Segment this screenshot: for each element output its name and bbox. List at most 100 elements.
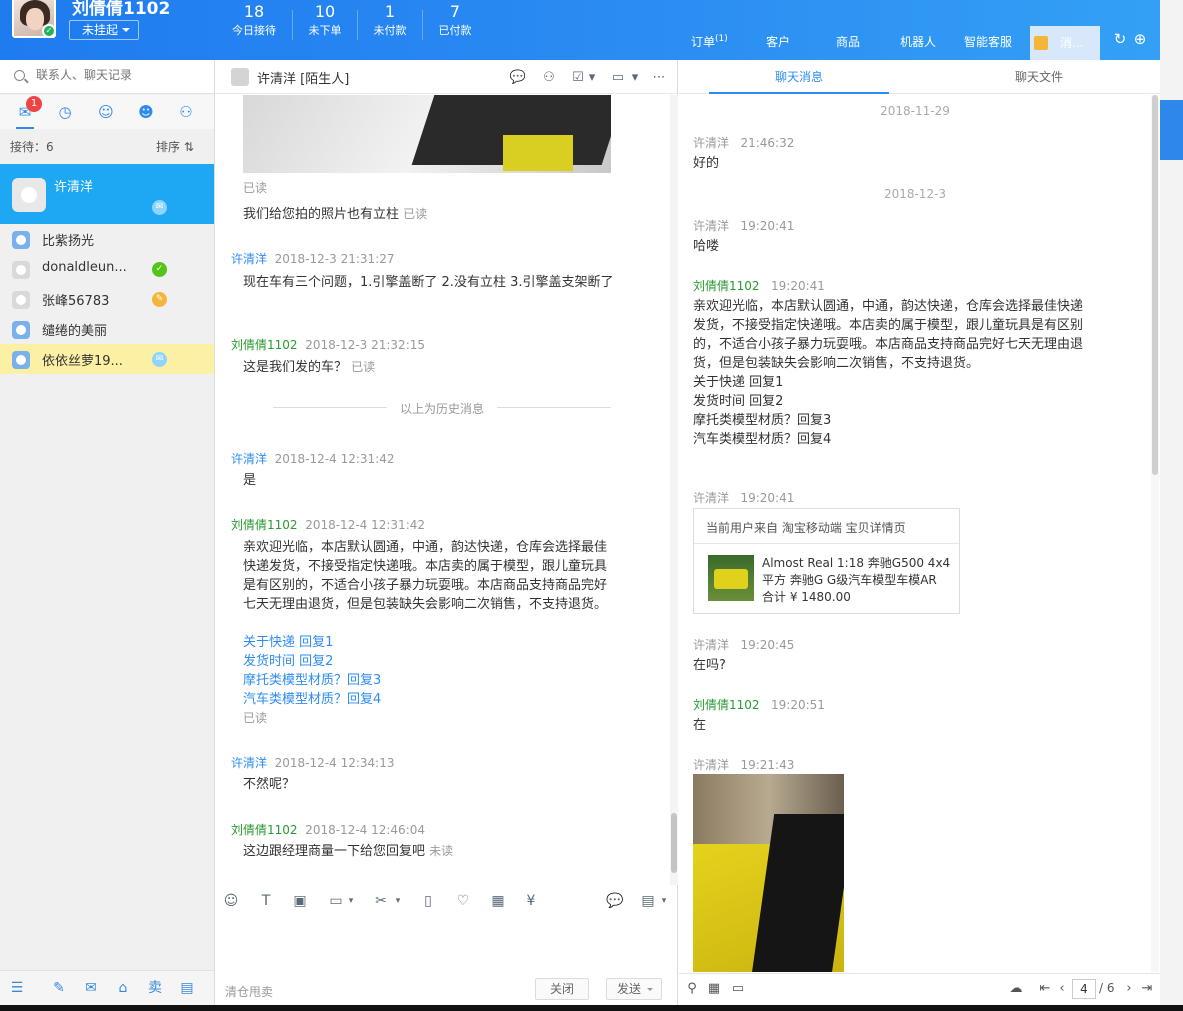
quick-link-4[interactable]: 汽车类模型材质？回复4 <box>243 690 381 709</box>
task-icon[interactable]: ☑ <box>569 70 587 86</box>
stat-paid[interactable]: 7 已付款 <box>422 2 488 42</box>
contact-item[interactable]: 许清洋 ✉ <box>0 164 214 224</box>
nav-smart-service[interactable]: 智能客服 <box>964 33 1012 50</box>
doc-icon[interactable]: ▤ <box>639 892 657 910</box>
quick-link-1[interactable]: 关于快递 回复1 <box>243 633 333 652</box>
quick-link-3[interactable]: 摩托类模型材质？回复3 <box>693 411 831 430</box>
tab-groups-icon[interactable]: ☻ <box>137 103 155 121</box>
stat-unpaid[interactable]: 1 未付款 <box>357 2 423 42</box>
search-icon[interactable]: ⚲ <box>683 980 701 998</box>
vibrate-icon[interactable]: ▯ <box>419 892 437 910</box>
product-title: Almost Real 1:18 奔驰G500 4x4平方 奔驰G G级汽车模型… <box>762 556 951 604</box>
chat-scrollbar[interactable] <box>670 95 678 885</box>
caret-down-icon[interactable]: ▾ <box>630 70 640 86</box>
search-input[interactable] <box>36 68 206 82</box>
font-icon[interactable]: T <box>257 892 275 910</box>
tab-contacts-icon[interactable]: ☺ <box>97 103 115 121</box>
close-button[interactable]: 关闭 <box>535 978 589 1000</box>
quick-link-2[interactable]: 发货时间 回复2 <box>693 392 783 411</box>
tab-org-icon[interactable]: ⚇ <box>177 103 195 121</box>
quick-link-1[interactable]: 关于快递 回复1 <box>693 373 783 392</box>
contact-item[interactable]: 缱绻的美丽 <box>0 314 214 344</box>
folder-icon[interactable]: ▭ <box>327 892 345 910</box>
tab-chat-files[interactable]: 聊天文件 <box>1015 68 1063 85</box>
contact-item[interactable]: donaldleun... ✓ <box>0 254 214 284</box>
sort-button[interactable]: 排序 ⇅ <box>156 138 194 155</box>
tab-recent-icon[interactable]: ◷ <box>56 103 74 121</box>
contact-item[interactable]: 张峰56783 ✎ <box>0 284 214 314</box>
heart-icon[interactable]: ♡ <box>454 892 472 910</box>
received-photo[interactable] <box>693 774 844 972</box>
nav-customers[interactable]: 客户 <box>766 33 790 50</box>
caret-down-icon[interactable]: ▾ <box>393 892 403 910</box>
coupon-icon[interactable]: ¥ <box>522 892 540 910</box>
nav-robot[interactable]: 机器人 <box>900 33 936 50</box>
input-toolbar: ☺ T ▣ ▭ ▾ ✂ ▾ ▯ ♡ ▦ ¥ 💬 ▤ ▾ <box>215 886 678 916</box>
cloud-icon[interactable]: ☁ <box>1007 980 1025 998</box>
message-input[interactable] <box>215 916 678 976</box>
quick-phrase[interactable]: 清仓甩卖 <box>225 983 273 1000</box>
stat-today-received[interactable]: 18 今日接待 <box>221 2 287 42</box>
quick-link-2[interactable]: 发货时间 回复2 <box>243 652 333 671</box>
image-icon[interactable]: ▣ <box>291 892 309 910</box>
history-bottom-bar: ⚲ ▦ ▭ ☁ ⇤ ‹ 4 / 6 › ⇥ <box>679 973 1160 1005</box>
more-icon[interactable]: ⋯ <box>650 70 668 86</box>
prev-page-icon[interactable]: ‹ <box>1053 980 1071 998</box>
quick-link-4[interactable]: 汽车类模型材质？回复4 <box>693 430 831 449</box>
nav-orders[interactable]: 订单(1) <box>691 33 728 50</box>
scroll-thumb[interactable] <box>1152 95 1158 475</box>
video-icon[interactable]: ▭ <box>609 70 627 86</box>
contact-item[interactable]: 比紫扬光 <box>0 224 214 254</box>
divider <box>694 543 959 544</box>
taskbar-edge <box>0 1005 1183 1011</box>
scroll-thumb[interactable] <box>671 813 677 873</box>
last-page-icon[interactable]: ⇥ <box>1138 980 1156 998</box>
history-divider-text: 以上为历史消息 <box>387 400 497 417</box>
nav-messages[interactable]: 消... <box>1030 26 1100 60</box>
sell-icon[interactable]: 卖 <box>146 979 164 997</box>
message-meta: 许清洋 19:20:41 <box>693 219 795 233</box>
product-card[interactable]: 当前用户来自 淘宝移动端 宝贝详情页 Almost Real 1:18 奔驰G5… <box>693 508 960 614</box>
edit-icon[interactable]: ✎ <box>50 979 68 997</box>
first-page-icon[interactable]: ⇤ <box>1036 980 1054 998</box>
nav-products[interactable]: 商品 <box>836 33 860 50</box>
caret-down-icon <box>122 28 130 36</box>
history-scrollbar[interactable] <box>1151 95 1159 972</box>
quick-link-3[interactable]: 摩托类模型材质？回复3 <box>243 671 381 690</box>
shop-icon[interactable]: ⌂ <box>114 979 132 997</box>
refresh-icon[interactable]: ↻ <box>1111 30 1129 48</box>
calculator-icon[interactable]: ▦ <box>489 892 507 910</box>
side-tab[interactable] <box>1160 100 1183 160</box>
mail-icon[interactable]: ✉ <box>82 979 100 997</box>
calendar-icon[interactable]: ▦ <box>705 980 723 998</box>
caret-down-icon[interactable]: ▾ <box>659 892 669 910</box>
nav-messages-label: 消... <box>1060 36 1084 50</box>
tab-chat-messages[interactable]: 聊天消息 <box>775 68 823 85</box>
chat-title: 许清洋 [陌生人] <box>257 72 350 87</box>
send-button[interactable]: 发送 <box>606 978 662 1000</box>
sent-photo[interactable] <box>243 95 611 173</box>
emoji-icon[interactable]: ☺ <box>222 892 240 910</box>
message-text: 是 <box>243 473 257 488</box>
message-app-icon <box>1034 36 1048 50</box>
scissors-icon[interactable]: ✂ <box>372 892 390 910</box>
status-dropdown[interactable]: 未挂起 <box>69 20 139 40</box>
reply-icon[interactable]: 💬 <box>606 892 624 910</box>
contact-item[interactable]: 依依丝萝19... ✉ <box>0 344 214 374</box>
panel-icon[interactable]: ▤ <box>178 979 196 997</box>
add-user-icon[interactable]: ⚇ <box>540 70 558 86</box>
menu-icon[interactable]: ☰ <box>8 979 26 997</box>
message-meta: 许清洋 21:46:32 <box>693 136 795 150</box>
chat-bubble-icon[interactable]: 💬 <box>509 70 527 86</box>
message-text: 在 <box>693 718 707 733</box>
caret-down-icon[interactable]: ▾ <box>587 70 597 86</box>
top-bar: ✓ 刘倩倩1102 未挂起 18 今日接待 10 未下单 1 未付款 7 已付款 订单(… <box>0 0 1160 60</box>
comment-icon[interactable]: ▭ <box>729 980 747 998</box>
add-circle-icon[interactable]: ⊕ <box>1131 30 1149 48</box>
caret-down-icon[interactable]: ▾ <box>346 892 356 910</box>
stat-not-ordered[interactable]: 10 未下单 <box>292 2 358 42</box>
right-edge-strip <box>1160 0 1183 1011</box>
page-number-input[interactable]: 4 <box>1072 979 1096 999</box>
contact-avatar <box>12 351 30 369</box>
next-page-icon[interactable]: › <box>1120 980 1138 998</box>
